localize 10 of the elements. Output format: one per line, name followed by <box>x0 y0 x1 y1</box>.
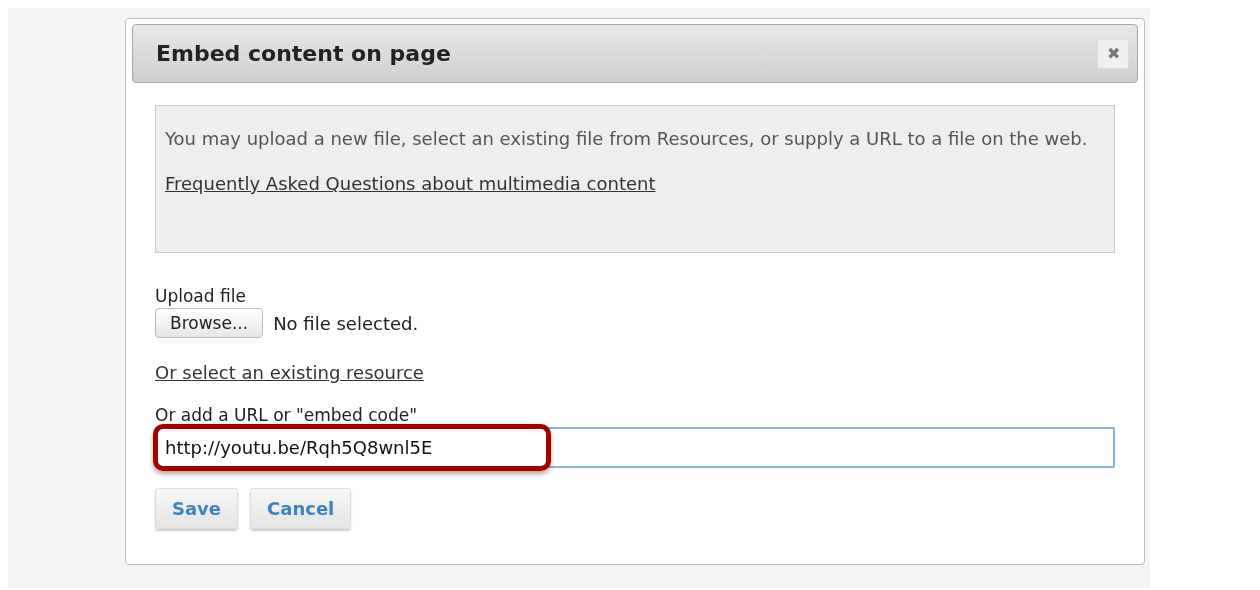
url-field[interactable]: http://youtu.be/Rqh5Q8wnl5E <box>155 427 1115 468</box>
url-label: Or add a URL or "embed code" <box>155 405 419 425</box>
browse-button[interactable]: Browse... <box>155 308 264 338</box>
upload-label: Upload file <box>155 286 247 306</box>
dialog-title: Embed content on page <box>156 41 451 66</box>
file-status: No file selected. <box>273 312 419 334</box>
close-button[interactable]: ✖ <box>1097 38 1129 69</box>
faq-link[interactable]: Frequently Asked Questions about multimedia content <box>165 173 656 194</box>
info-text: You may upload a new file, select an existing file from Resources, or supply a URL to a file on the web. <box>165 127 1089 151</box>
resource-link[interactable]: Or select an existing resource <box>155 362 424 383</box>
